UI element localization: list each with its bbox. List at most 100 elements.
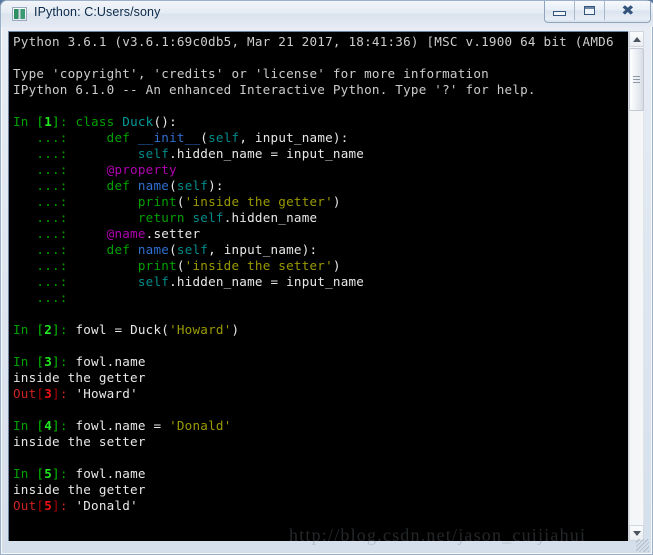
title-bar[interactable]: IPython: C:Users/sony ✖ xyxy=(1,1,653,27)
vertical-scrollbar[interactable] xyxy=(628,31,644,541)
terminal-span xyxy=(75,194,137,209)
terminal-text: Python 3.6.1 (v3.6.1:69c0db5, Mar 21 201… xyxy=(13,34,614,514)
terminal-line-blank-6 xyxy=(13,450,614,466)
close-button[interactable]: ✖ xyxy=(605,1,650,20)
terminal-span: ( xyxy=(200,130,209,145)
terminal-span: ...: xyxy=(13,274,76,289)
terminal-span: self xyxy=(137,146,170,161)
terminal-span: 5 xyxy=(44,466,53,481)
terminal-span: self xyxy=(176,242,209,257)
resize-grip[interactable] xyxy=(636,539,649,552)
terminal-span: inside the getter xyxy=(13,370,146,385)
terminal-span: 4 xyxy=(44,418,53,433)
terminal-span: ): xyxy=(208,178,224,193)
terminal-span: def xyxy=(106,178,131,193)
terminal-span: Out xyxy=(13,386,37,401)
terminal-line-blank-1 xyxy=(13,50,614,66)
terminal-span xyxy=(75,178,106,193)
terminal-span: ...: xyxy=(13,210,76,225)
minimize-icon xyxy=(553,11,566,16)
terminal-span: ] xyxy=(52,114,60,129)
scrollbar-thumb[interactable] xyxy=(629,48,644,111)
terminal-line-in-5: In [5]: fowl.name xyxy=(13,466,614,482)
terminal-span: ] xyxy=(52,418,60,433)
terminal-line-banner-1: Python 3.6.1 (v3.6.1:69c0db5, Mar 21 201… xyxy=(13,34,614,50)
terminal-span: __init__ xyxy=(137,130,201,145)
terminal-span: class xyxy=(75,114,115,129)
terminal-span: ( xyxy=(169,242,177,257)
terminal-span: 5 xyxy=(44,498,53,513)
terminal-span: print xyxy=(137,194,177,209)
terminal-line-blank-5 xyxy=(13,402,614,418)
terminal-line-cont-6: ...: return self.hidden_name xyxy=(13,210,614,226)
terminal-span xyxy=(130,130,138,145)
terminal-line-in-1: In [1]: class Duck(): xyxy=(13,114,614,130)
terminal-span: ...: xyxy=(13,290,76,305)
terminal-line-cont-2: ...: self.hidden_name = input_name xyxy=(13,146,614,162)
terminal-span: : xyxy=(59,466,76,481)
terminal-span xyxy=(75,258,137,273)
ipython-app-icon-glyph xyxy=(14,9,25,19)
terminal-line-in-4: In [4]: fowl.name = 'Donald' xyxy=(13,418,614,434)
terminal-line-banner-3: IPython 6.1.0 -- An enhanced Interactive… xyxy=(13,82,614,98)
terminal-span: ...: xyxy=(13,258,76,273)
maximize-button[interactable] xyxy=(575,1,605,20)
terminal-span: def xyxy=(106,130,131,145)
terminal-line-cont-5: ...: print('inside the getter') xyxy=(13,194,614,210)
scrollbar-track[interactable] xyxy=(629,47,644,525)
terminal-span: ( xyxy=(169,178,177,193)
minimize-button[interactable] xyxy=(545,1,575,20)
terminal-line-cont-7: ...: @name.setter xyxy=(13,226,614,242)
terminal-span xyxy=(75,210,137,225)
terminal-span: @property xyxy=(106,162,177,177)
terminal-line-stdout-2: inside the setter xyxy=(13,434,614,450)
terminal-span xyxy=(75,226,106,241)
terminal-line-cont-3: ...: @property xyxy=(13,162,614,178)
terminal-line-cont-9: ...: print('inside the setter') xyxy=(13,258,614,274)
terminal-span xyxy=(75,242,106,257)
terminal-span: : xyxy=(59,418,76,433)
terminal-line-cont-11: ...: xyxy=(13,290,614,306)
terminal-span: .hidden_name = input_name xyxy=(169,146,365,161)
scroll-up-arrow[interactable] xyxy=(629,31,644,47)
terminal-span: In xyxy=(13,418,37,433)
terminal-span: ...: xyxy=(13,130,76,145)
terminal-line-cont-1: ...: def __init__(self, input_name): xyxy=(13,130,614,146)
terminal-span: ) xyxy=(332,194,341,209)
terminal-span: fowl.name xyxy=(75,354,146,369)
terminal-span: Type 'copyright', 'credits' or 'license'… xyxy=(13,66,489,81)
terminal-line-out-5: Out[5]: 'Donald' xyxy=(13,498,614,514)
terminal-span: @name xyxy=(106,226,146,241)
terminal-span: inside the getter xyxy=(13,482,146,497)
terminal-span: 'Howard' xyxy=(169,322,232,337)
terminal-span: print xyxy=(137,258,177,273)
terminal-line-in-2: In [2]: fowl = Duck('Howard') xyxy=(13,322,614,338)
console-output-area[interactable]: Python 3.6.1 (v3.6.1:69c0db5, Mar 21 201… xyxy=(8,31,632,541)
maximize-icon xyxy=(584,6,595,15)
terminal-line-cont-4: ...: def name(self): xyxy=(13,178,614,194)
terminal-line-banner-2: Type 'copyright', 'credits' or 'license'… xyxy=(13,66,614,82)
terminal-span: 1 xyxy=(44,114,53,129)
terminal-span: In xyxy=(13,114,37,129)
terminal-line-out-3: Out[3]: 'Howard' xyxy=(13,386,614,402)
terminal-span xyxy=(130,178,138,193)
terminal-span: def xyxy=(106,242,131,257)
terminal-span: fowl = Duck( xyxy=(75,322,170,337)
terminal-line-blank-3 xyxy=(13,306,614,322)
terminal-span: Out xyxy=(13,498,37,513)
terminal-line-stdout-3: inside the getter xyxy=(13,482,614,498)
terminal-span: fowl.name = xyxy=(75,418,170,433)
terminal-span: return xyxy=(137,210,185,225)
terminal-span: 'Howard' xyxy=(75,386,138,401)
terminal-span: ] xyxy=(52,498,60,513)
terminal-span xyxy=(75,130,106,145)
ipython-console-window: IPython: C:Users/sony ✖ Python 3.6.1 (v3… xyxy=(0,0,653,555)
terminal-span: ] xyxy=(52,354,60,369)
terminal-span: ] xyxy=(52,466,60,481)
terminal-line-in-3: In [3]: fowl.name xyxy=(13,354,614,370)
terminal-span: IPython 6.1.0 -- An enhanced Interactive… xyxy=(13,82,536,97)
terminal-span: : xyxy=(59,114,76,129)
terminal-span: name xyxy=(137,178,170,193)
terminal-span: 3 xyxy=(44,386,53,401)
terminal-span: fowl.name xyxy=(75,466,146,481)
